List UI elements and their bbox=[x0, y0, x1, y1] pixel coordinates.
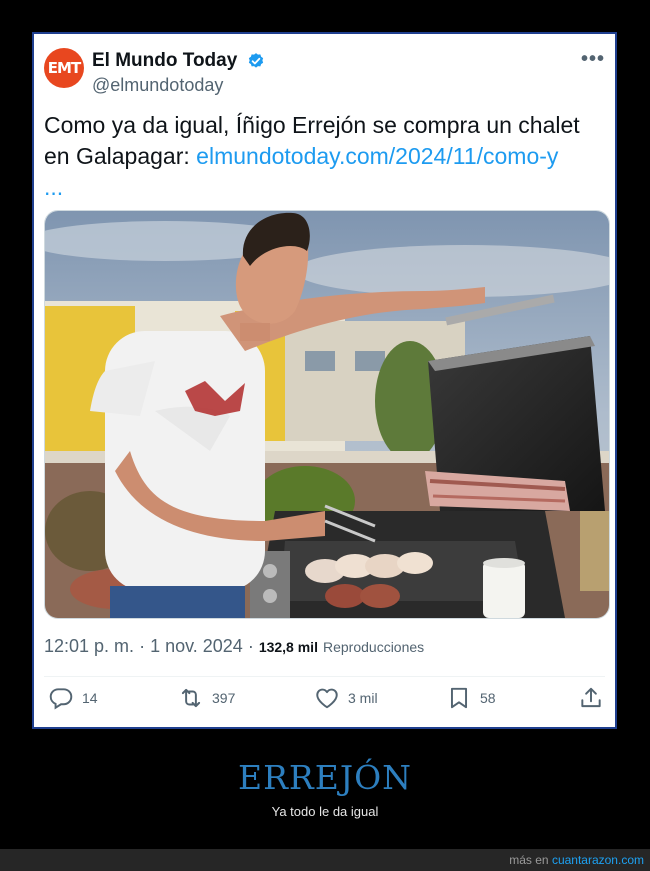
views-label: Reproducciones bbox=[322, 639, 425, 655]
bookmark-count: 58 bbox=[480, 690, 496, 706]
tweet-photo[interactable] bbox=[44, 210, 610, 619]
author-handle[interactable]: @elmundotoday bbox=[92, 75, 223, 96]
tweet-link[interactable]: elmundotoday.com/2024/11/como-y bbox=[196, 143, 558, 169]
meta-separator: · bbox=[134, 636, 151, 656]
tweet-time[interactable]: 12:01 p. m. bbox=[44, 636, 134, 656]
tweet-date[interactable]: 1 nov. 2024 bbox=[150, 636, 243, 656]
bookmark-icon bbox=[450, 687, 468, 709]
barbecue-photo bbox=[45, 211, 609, 618]
retweet-icon bbox=[181, 688, 201, 708]
tweet-card: EMT El Mundo Today @elmundotoday ••• Com… bbox=[32, 32, 617, 729]
verified-badge-icon bbox=[248, 53, 264, 68]
views-count: 132,8 mil bbox=[258, 639, 318, 655]
more-options-icon[interactable]: ••• bbox=[581, 49, 605, 69]
retweet-count: 397 bbox=[212, 690, 236, 706]
meta-separator-2: · bbox=[242, 636, 259, 656]
footer-bar: más en cuantarazon.com bbox=[0, 849, 650, 871]
author-name[interactable]: El Mundo Today bbox=[92, 50, 237, 72]
share-button[interactable] bbox=[578, 686, 604, 710]
tweet-link-ellipsis[interactable]: ... bbox=[44, 174, 63, 200]
footer-prefix: más en bbox=[509, 853, 552, 867]
footer-text: más en cuantarazon.com bbox=[509, 853, 644, 867]
caption-title: ERREJÓN bbox=[237, 758, 413, 797]
like-count: 3 mil bbox=[348, 690, 378, 706]
avatar[interactable]: EMT bbox=[44, 48, 84, 88]
bookmark-button[interactable]: 58 bbox=[446, 686, 496, 710]
retweet-button[interactable]: 397 bbox=[178, 686, 235, 710]
footer-link[interactable]: cuantarazon.com bbox=[552, 853, 644, 867]
reply-icon bbox=[49, 688, 73, 710]
tweet-meta: 12:01 p. m. · 1 nov. 2024 · 132,8 mil Re… bbox=[44, 636, 424, 657]
reply-button[interactable]: 14 bbox=[48, 686, 98, 710]
like-button[interactable]: 3 mil bbox=[314, 686, 378, 710]
share-icon bbox=[581, 687, 601, 708]
avatar-logo-text: EMT bbox=[47, 59, 81, 77]
heart-icon bbox=[316, 688, 338, 709]
reply-count: 14 bbox=[82, 690, 98, 706]
caption-subtitle: Ya todo le da igual bbox=[271, 804, 379, 819]
divider bbox=[44, 676, 605, 677]
tweet-text: Como ya da igual, Íñigo Errejón se compr… bbox=[44, 110, 609, 203]
